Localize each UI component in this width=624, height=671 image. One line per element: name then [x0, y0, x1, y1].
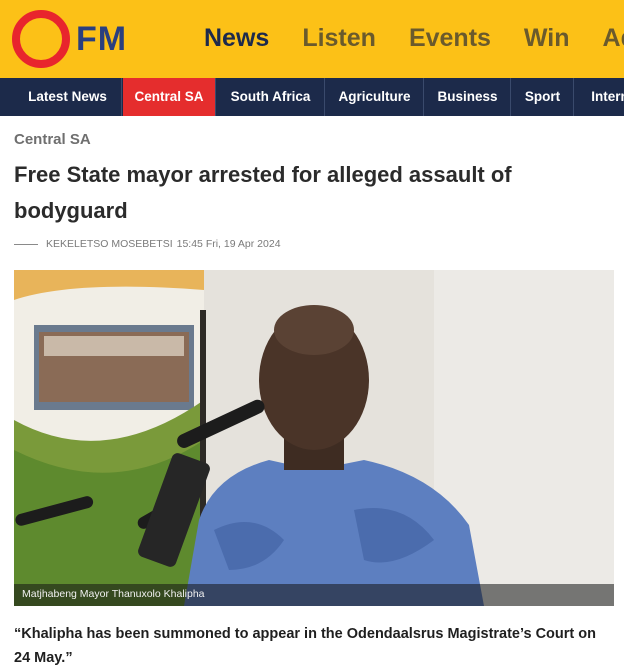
- subnav-sport[interactable]: Sport: [512, 78, 574, 116]
- main-navigation: News Listen Events Win Adv: [204, 24, 624, 53]
- subnav-south-africa[interactable]: South Africa: [217, 78, 325, 116]
- article-date: 15:45 Fri, 19 Apr 2024: [176, 238, 281, 250]
- article-byline: KEKELETSO MOSEBETSI 15:45 Fri, 19 Apr 20…: [14, 238, 281, 250]
- main-nav-news[interactable]: News: [204, 24, 269, 53]
- logo-text: FM: [76, 19, 128, 58]
- byline-divider: [14, 243, 38, 245]
- main-nav-win[interactable]: Win: [524, 24, 570, 53]
- logo-o-ring-icon: [12, 10, 70, 68]
- article-author: KEKELETSO MOSEBETSI: [46, 238, 173, 250]
- photo-illustration: [14, 270, 614, 606]
- subnav-business[interactable]: Business: [425, 78, 511, 116]
- main-nav-listen[interactable]: Listen: [302, 24, 376, 53]
- sub-navigation: Latest News Central SA South Africa Agri…: [0, 78, 624, 116]
- ofm-logo[interactable]: FM: [12, 8, 152, 70]
- main-nav-events[interactable]: Events: [409, 24, 491, 53]
- photo-caption: Matjhabeng Mayor Thanuxolo Khalipha: [22, 588, 205, 600]
- main-nav-adv[interactable]: Adv: [603, 24, 624, 53]
- article-headline: Free State mayor arrested for alleged as…: [14, 162, 512, 223]
- photo-caption-bar: Matjhabeng Mayor Thanuxolo Khalipha: [14, 584, 614, 606]
- subnav-central-sa[interactable]: Central SA: [123, 78, 216, 116]
- top-header-bar: FM News Listen Events Win Adv: [0, 0, 624, 78]
- article-photo: Matjhabeng Mayor Thanuxolo Khalipha: [14, 270, 614, 606]
- subnav-international[interactable]: Intern: [575, 78, 624, 116]
- article-category[interactable]: Central SA: [14, 131, 91, 148]
- subnav-latest-news[interactable]: Latest News: [14, 78, 122, 116]
- article-pull-quote: “Khalipha has been summoned to appear in…: [14, 626, 596, 666]
- subnav-agriculture[interactable]: Agriculture: [326, 78, 424, 116]
